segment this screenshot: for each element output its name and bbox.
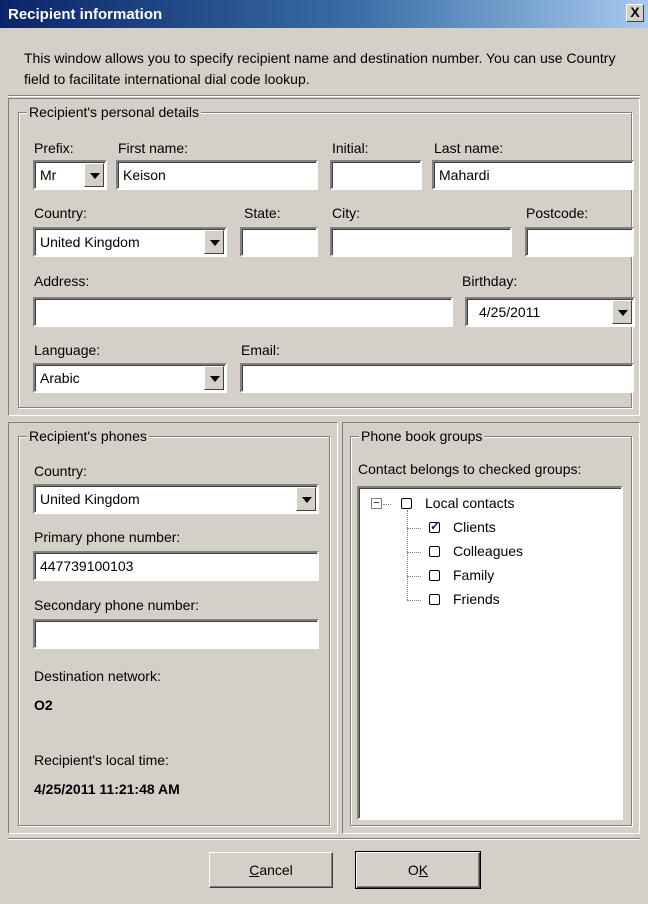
postcode-field[interactable] [525, 227, 634, 257]
group-checkbox-colleagues[interactable] [429, 546, 440, 557]
language-value: Arabic [40, 370, 80, 386]
primary-phone-field[interactable]: 447739100103 [33, 551, 319, 581]
primary-phone-label: Primary phone number: [34, 529, 181, 545]
chevron-down-icon[interactable] [612, 300, 632, 324]
collapse-icon[interactable]: − [371, 498, 382, 509]
email-label: Email: [241, 342, 280, 358]
intro-text: This window allows you to specify recipi… [24, 50, 616, 87]
last-name-label: Last name: [434, 140, 504, 156]
phone-country-select[interactable]: United Kingdom [33, 484, 319, 514]
chevron-down-icon[interactable] [204, 366, 224, 390]
prefix-label: Prefix: [34, 140, 74, 156]
email-field[interactable] [240, 363, 634, 393]
group-label-friends: Friends [453, 591, 500, 607]
country-select[interactable]: United Kingdom [33, 227, 227, 257]
tree-line [407, 576, 421, 577]
first-name-label: First name: [118, 140, 189, 156]
groups-legend: Phone book groups [359, 428, 485, 444]
initial-field[interactable] [330, 160, 422, 190]
secondary-phone-label: Secondary phone number: [34, 597, 199, 613]
city-field[interactable] [330, 227, 512, 257]
language-label: Language: [34, 342, 101, 358]
group-label-local-contacts: Local contacts [425, 495, 515, 511]
tree-line [383, 504, 391, 505]
local-time-value: 4/25/2011 11:21:48 AM [34, 781, 180, 797]
group-label-colleagues: Colleagues [453, 543, 524, 559]
birthday-value: 4/25/2011 [479, 304, 541, 320]
tree-line [407, 552, 421, 553]
language-select[interactable]: Arabic [33, 363, 227, 393]
tree-line [407, 510, 408, 600]
title-bar: Recipient information X [0, 0, 648, 28]
address-label: Address: [34, 273, 90, 289]
groups-caption: Contact belongs to checked groups: [358, 461, 582, 477]
secondary-phone-field[interactable] [33, 619, 319, 649]
first-name-field[interactable]: Keison [116, 160, 318, 190]
state-label: State: [244, 205, 281, 221]
local-time-label: Recipient's local time: [34, 752, 169, 768]
group-checkbox-local-contacts[interactable] [401, 498, 412, 509]
group-checkbox-family[interactable] [429, 570, 440, 581]
chevron-down-icon[interactable] [204, 230, 224, 254]
last-name-field[interactable]: Mahardi [432, 160, 634, 190]
button-separator [8, 838, 640, 840]
birthday-picker[interactable]: 4/25/2011 [465, 297, 635, 327]
prefix-value: Mr [40, 167, 57, 183]
phones-legend: Recipient's phones [27, 428, 149, 444]
phone-country-value: United Kingdom [40, 491, 140, 507]
personal-details-legend: Recipient's personal details [27, 104, 201, 120]
cancel-button[interactable]: Cancel [209, 852, 333, 888]
country-label: Country: [34, 205, 87, 221]
country-value: United Kingdom [40, 234, 140, 250]
ok-button[interactable]: OK [355, 851, 481, 889]
window-title: Recipient information [8, 6, 163, 23]
close-icon[interactable]: X [626, 4, 644, 22]
city-label: City: [332, 205, 360, 221]
initial-label: Initial: [332, 140, 369, 156]
birthday-label: Birthday: [462, 273, 518, 289]
intro-separator [8, 95, 640, 97]
cancel-button-label: Cancel [249, 862, 293, 878]
tree-line [407, 528, 421, 529]
chevron-down-icon[interactable] [296, 487, 316, 511]
destination-network-value: O2 [34, 697, 53, 713]
ok-button-label: OK [407, 862, 429, 878]
prefix-select[interactable]: Mr [33, 160, 107, 190]
group-label-clients: Clients [453, 519, 496, 535]
state-field[interactable] [240, 227, 318, 257]
destination-network-label: Destination network: [34, 668, 161, 684]
postcode-label: Postcode: [526, 205, 589, 221]
chevron-down-icon[interactable] [84, 163, 104, 187]
groups-tree[interactable]: − Local contacts Clients Colleagues Fami… [357, 486, 623, 820]
tree-line [407, 600, 421, 601]
address-field[interactable] [33, 297, 453, 327]
group-label-family: Family [453, 567, 495, 583]
phone-country-label: Country: [34, 463, 87, 479]
group-checkbox-friends[interactable] [429, 594, 440, 605]
group-checkbox-clients[interactable] [429, 519, 440, 533]
